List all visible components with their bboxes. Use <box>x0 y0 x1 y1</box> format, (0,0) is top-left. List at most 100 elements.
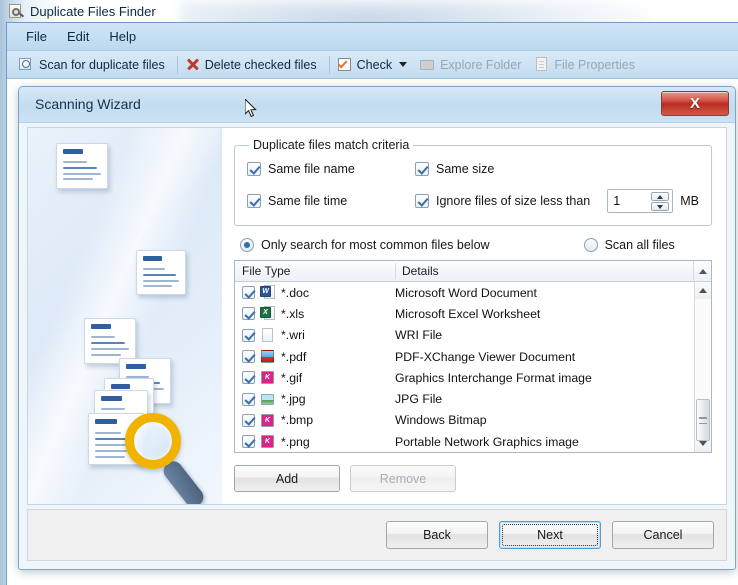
file-type-rows: W *.doc Microsoft Word Document X *.xls <box>235 282 694 452</box>
checkbox-ignore-small-files[interactable]: Ignore files of size less than <box>415 194 590 208</box>
dialog-title-bar[interactable]: Scanning Wizard X <box>19 87 735 123</box>
radio-scan-all-files[interactable]: Scan all files <box>583 238 675 252</box>
radio-only-common-files[interactable]: Only search for most common files below <box>240 238 490 252</box>
row-checkbox[interactable] <box>242 328 255 342</box>
spinner-down-icon[interactable] <box>651 202 670 211</box>
size-threshold-control: MB <box>607 189 699 213</box>
chevron-down-icon[interactable] <box>399 62 408 67</box>
row-type-label: *.xls <box>281 306 305 321</box>
checkbox-same-file-name-label: Same file name <box>268 162 355 176</box>
row-type-label: *.pdf <box>281 349 307 364</box>
row-details-label: JPG File <box>395 392 443 407</box>
menu-bar: File Edit Help <box>7 23 738 51</box>
toolbar: Scan for duplicate files Delete checked … <box>7 51 738 79</box>
row-checkbox[interactable] <box>242 435 255 449</box>
table-row[interactable]: X *.xls Microsoft Excel Worksheet <box>235 303 694 324</box>
checkbox-same-file-name[interactable]: Same file name <box>247 162 415 176</box>
row-type-cell: *.pdf <box>235 349 395 364</box>
table-row[interactable]: *.jpg JPG File <box>235 388 694 409</box>
toolbar-delete-checked-files[interactable]: Delete checked files <box>181 55 326 74</box>
check-icon <box>337 57 352 72</box>
toolbar-check-label: Check <box>356 57 393 72</box>
remove-button: Remove <box>350 465 456 492</box>
row-checkbox[interactable] <box>242 413 255 427</box>
toolbar-scan-for-duplicate-files[interactable]: Scan for duplicate files <box>15 55 174 74</box>
illustration-document-card <box>56 143 108 189</box>
blank-file-icon <box>260 327 275 343</box>
illustration-document-card <box>136 250 186 295</box>
size-input[interactable] <box>608 191 647 211</box>
wizard-form-panel: Duplicate files match criteria Same file… <box>222 128 726 504</box>
table-row[interactable]: W *.doc Microsoft Word Document <box>235 282 694 303</box>
pdf-icon <box>260 349 275 364</box>
checkbox-box-icon <box>247 194 261 208</box>
row-type-cell: K *.png <box>235 434 395 449</box>
table-row[interactable]: K *.png Portable Network Graphics image <box>235 431 694 452</box>
scan-mode-row: Only search for most common files below … <box>240 238 712 252</box>
cancel-button[interactable]: Cancel <box>612 521 714 549</box>
checkbox-same-file-time[interactable]: Same file time <box>247 194 415 208</box>
file-list-scrollbar[interactable] <box>694 282 711 452</box>
gif-image-icon: K <box>260 370 275 385</box>
scrollbar-track[interactable] <box>695 299 711 441</box>
jpg-image-icon <box>260 392 275 407</box>
row-checkbox[interactable] <box>242 392 255 406</box>
row-details-label: Portable Network Graphics image <box>395 434 579 449</box>
checkbox-ignore-small-files-label: Ignore files of size less than <box>436 194 591 208</box>
row-type-label: *.png <box>281 434 310 449</box>
app-title-bar: Duplicate Files Finder <box>0 0 738 22</box>
toolbar-file-properties: File Properties <box>530 55 644 74</box>
row-checkbox[interactable] <box>242 371 255 385</box>
sort-ascending-icon[interactable] <box>693 261 711 281</box>
radio-only-common-files-label: Only search for most common files below <box>261 238 490 252</box>
row-checkbox[interactable] <box>242 307 255 321</box>
toolbar-explore-label: Explore Folder <box>440 57 522 72</box>
table-row[interactable]: K *.bmp Windows Bitmap <box>235 410 694 431</box>
column-header-file-type[interactable]: File Type <box>235 261 395 281</box>
word-doc-icon: W <box>260 285 275 300</box>
png-image-icon: K <box>260 434 275 449</box>
menu-item-help[interactable]: Help <box>100 26 145 47</box>
file-properties-icon <box>534 57 549 72</box>
list-action-buttons: Add Remove <box>234 465 712 492</box>
radio-button-icon <box>583 238 598 252</box>
checkbox-same-file-time-label: Same file time <box>268 194 348 208</box>
dialog-title: Scanning Wizard <box>35 96 141 112</box>
table-row[interactable]: *.wri WRI File <box>235 325 694 346</box>
back-button[interactable]: Back <box>386 521 488 549</box>
table-row[interactable]: *.pdf PDF-XChange Viewer Document <box>235 346 694 367</box>
row-type-label: *.bmp <box>281 413 314 428</box>
column-header-details[interactable]: Details <box>395 261 693 281</box>
app-magnifier-document-icon <box>8 3 25 19</box>
spinner-up-icon[interactable] <box>651 192 670 201</box>
checkbox-same-size[interactable]: Same size <box>415 162 699 176</box>
file-type-list-body: W *.doc Microsoft Word Document X *.xls <box>235 282 711 452</box>
checkbox-box-icon <box>415 162 429 176</box>
row-type-cell: *.jpg <box>235 392 395 407</box>
scrollbar-thumb[interactable] <box>696 399 710 441</box>
spinner-arrows[interactable] <box>651 192 670 211</box>
ignore-small-files-row: Ignore files of size less than MB <box>415 189 699 213</box>
menu-item-file[interactable]: File <box>17 26 56 47</box>
radio-button-icon <box>240 238 254 252</box>
toolbar-scan-label: Scan for duplicate files <box>39 57 165 72</box>
row-type-label: *.doc <box>281 285 310 300</box>
size-spinner[interactable] <box>607 189 674 213</box>
toolbar-separator-1 <box>176 55 178 74</box>
next-button[interactable]: Next <box>499 521 601 549</box>
row-checkbox[interactable] <box>242 286 255 300</box>
row-details-label: Microsoft Excel Worksheet <box>395 306 541 321</box>
scroll-up-icon[interactable] <box>695 282 711 299</box>
table-row[interactable]: K *.gif Graphics Interchange Format imag… <box>235 367 694 388</box>
checkbox-box-icon <box>415 194 429 208</box>
close-icon[interactable]: X <box>661 91 729 116</box>
toolbar-check-dropdown[interactable]: Check <box>333 55 416 74</box>
row-checkbox[interactable] <box>242 350 255 364</box>
add-button[interactable]: Add <box>234 465 340 492</box>
row-type-label: *.jpg <box>281 392 306 407</box>
match-criteria-legend: Duplicate files match criteria <box>253 138 410 152</box>
menu-item-edit[interactable]: Edit <box>58 26 98 47</box>
dialog-content: Duplicate files match criteria Same file… <box>27 127 727 505</box>
app-title: Duplicate Files Finder <box>30 3 156 19</box>
row-type-cell: K *.bmp <box>235 413 395 428</box>
